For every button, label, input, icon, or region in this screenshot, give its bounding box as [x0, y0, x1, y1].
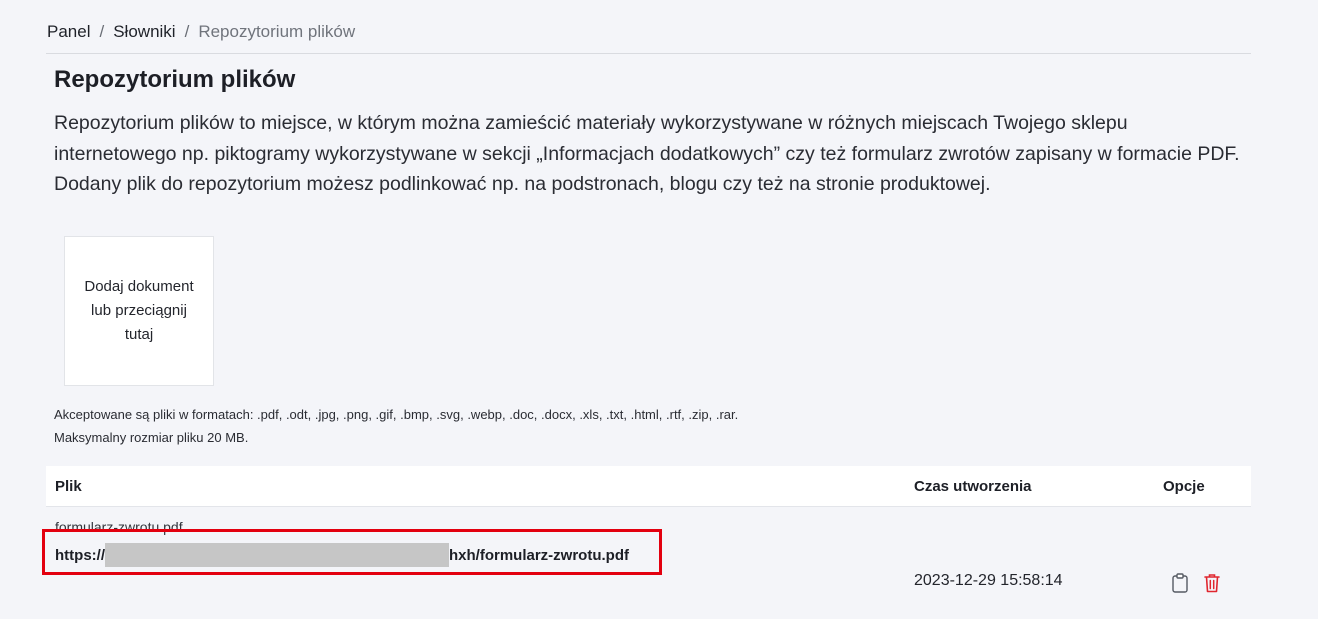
clipboard-icon[interactable] [1170, 572, 1190, 594]
created-date: 2023-12-29 15:58:14 [914, 572, 1063, 589]
breadcrumb: Panel / Słowniki / Repozytorium plików [47, 22, 355, 42]
page-description: Repozytorium plików to miejsce, w którym… [54, 112, 1240, 195]
files-table: Plik Czas utworzenia Opcje formularz-zwr… [42, 466, 1251, 593]
column-header-options: Opcje [1163, 478, 1205, 495]
column-header-file: Plik [55, 478, 82, 495]
breadcrumb-panel[interactable]: Panel [47, 22, 90, 42]
table-header: Plik Czas utworzenia Opcje [46, 466, 1251, 507]
accepted-formats-note: Akceptowane są pliki w formatach: .pdf, … [54, 407, 739, 422]
upload-info: Akceptowane są pliki w formatach: .pdf, … [54, 403, 738, 449]
file-url-prefix: https:// [55, 546, 105, 564]
file-name: formularz-zwrotu.pdf [55, 519, 183, 535]
upload-dropzone-label: Dodaj dokument lub przeciągnij tutaj [84, 278, 194, 343]
trash-icon[interactable] [1202, 572, 1222, 594]
page-title: Repozytorium plików [54, 66, 296, 93]
breadcrumb-separator: / [184, 22, 190, 41]
max-size-note: Maksymalny rozmiar pliku 20 MB. [54, 430, 249, 445]
column-header-created: Czas utworzenia [914, 478, 1032, 495]
breadcrumb-dictionaries[interactable]: Słowniki [113, 22, 175, 42]
upload-dropzone[interactable]: Dodaj dokument lub przeciągnij tutaj [64, 236, 214, 386]
table-row: formularz-zwrotu.pdf https:// hxh/formul… [46, 507, 1251, 593]
header-divider [46, 53, 1251, 54]
file-url-suffix: hxh/formularz-zwrotu.pdf [449, 546, 629, 564]
file-url[interactable]: https:// hxh/formularz-zwrotu.pdf [55, 543, 629, 567]
redacted-block [105, 543, 449, 567]
breadcrumb-current: Repozytorium plików [198, 22, 356, 41]
breadcrumb-separator: / [99, 22, 105, 41]
